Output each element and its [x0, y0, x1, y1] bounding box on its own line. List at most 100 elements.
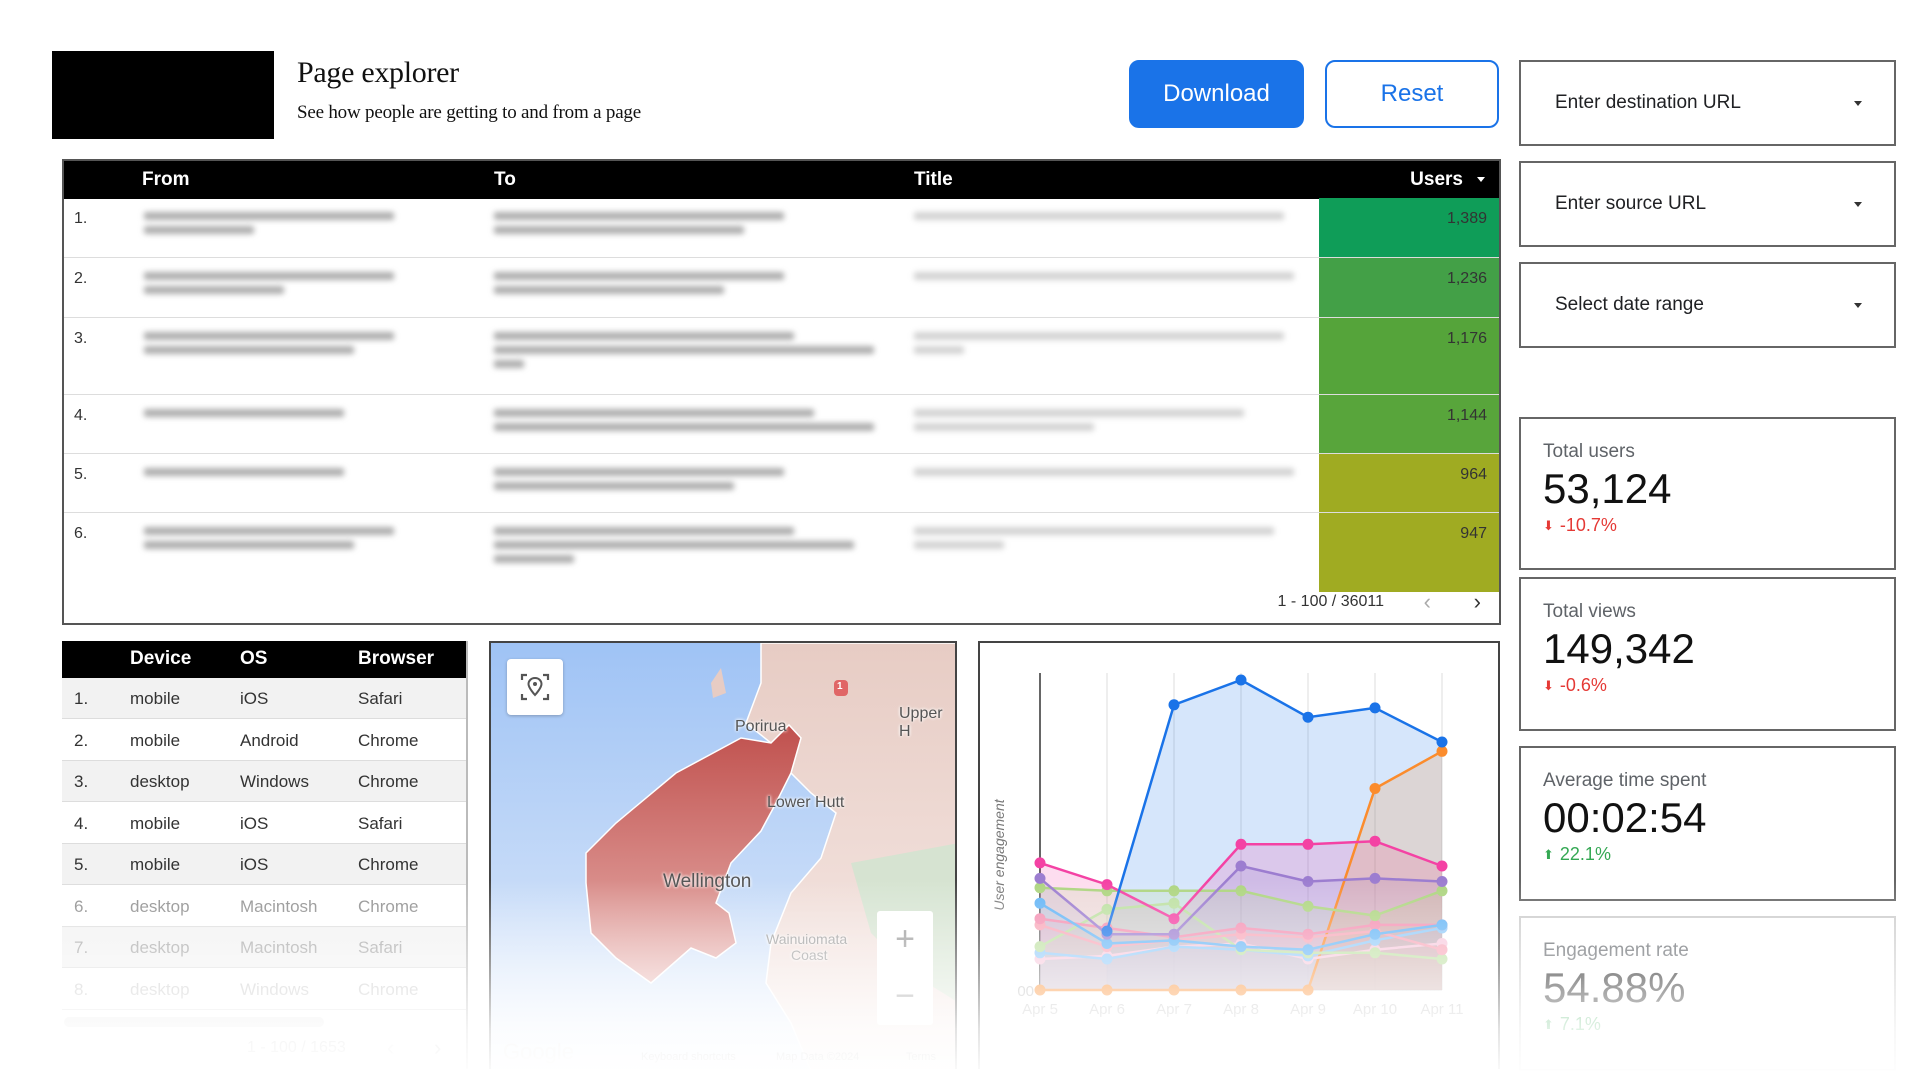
zoom-out-button[interactable]: −: [877, 968, 933, 1025]
point-series-11[interactable]: [1168, 984, 1180, 996]
point-series-1[interactable]: [1436, 736, 1448, 748]
zoom-in-button[interactable]: +: [877, 911, 933, 968]
kpi-delta: ⬇ -0.6%: [1543, 675, 1894, 696]
point-series-5[interactable]: [1235, 941, 1247, 953]
point-series-1[interactable]: [1168, 699, 1180, 711]
point-series-2[interactable]: [1168, 913, 1180, 925]
point-series-6[interactable]: [1235, 922, 1247, 934]
point-series-11[interactable]: [1101, 984, 1113, 996]
map-label-upper-hutt: Upper H: [899, 705, 943, 740]
point-series-2[interactable]: [1101, 879, 1113, 891]
column-header-device[interactable]: Device: [130, 648, 191, 670]
keyboard-shortcuts-link[interactable]: Keyboard shortcuts: [641, 1051, 736, 1063]
table-row[interactable]: 3. 1,176: [64, 317, 1499, 394]
device-table-row[interactable]: 5. mobile iOS Chrome: [62, 844, 466, 885]
point-series-11[interactable]: [1302, 984, 1314, 996]
point-series-3[interactable]: [1302, 876, 1314, 887]
column-header-from[interactable]: From: [142, 169, 190, 191]
redacted-to-url: [494, 332, 874, 374]
cell-os: iOS: [240, 855, 269, 874]
users-cell: 1,176: [1319, 318, 1499, 394]
table-row[interactable]: 1. 1,389: [64, 198, 1499, 257]
point-series-2[interactable]: [1034, 857, 1046, 869]
point-series-8[interactable]: [1101, 903, 1113, 915]
cell-browser: Chrome: [358, 772, 419, 791]
point-series-2[interactable]: [1235, 838, 1247, 850]
destination-url-dropdown[interactable]: Enter destination URL: [1519, 60, 1896, 146]
device-table-row[interactable]: 2. mobile Android Chrome: [62, 720, 466, 761]
point-series-3[interactable]: [1436, 876, 1448, 887]
point-series-1[interactable]: [1302, 711, 1314, 723]
point-series-6[interactable]: [1034, 913, 1046, 925]
point-series-11[interactable]: [1369, 783, 1381, 794]
chevron-left-icon[interactable]: ‹: [387, 1035, 394, 1061]
point-series-1[interactable]: [1101, 925, 1113, 937]
chevron-left-icon[interactable]: ‹: [1424, 589, 1431, 615]
cell-device: desktop: [130, 896, 190, 916]
point-series-8[interactable]: [1369, 947, 1381, 959]
caret-down-icon: [1854, 101, 1862, 106]
device-table-row[interactable]: 4. mobile iOS Safari: [62, 803, 466, 844]
point-series-7[interactable]: [1436, 944, 1448, 956]
point-series-8[interactable]: [1168, 897, 1180, 909]
locate-button[interactable]: [507, 659, 563, 715]
point-series-2[interactable]: [1369, 835, 1381, 847]
point-series-2[interactable]: [1302, 838, 1314, 850]
reset-button[interactable]: Reset: [1325, 60, 1499, 128]
point-series-3[interactable]: [1235, 860, 1247, 872]
point-series-4[interactable]: [1235, 885, 1247, 897]
point-series-3[interactable]: [1369, 872, 1381, 884]
table-row[interactable]: 6. 947: [64, 512, 1499, 592]
chevron-right-icon[interactable]: ›: [1474, 589, 1481, 615]
device-table-row[interactable]: 7. desktop Macintosh Safari: [62, 927, 466, 968]
device-table-row[interactable]: 1. mobile iOS Safari: [62, 678, 466, 719]
point-series-2[interactable]: [1436, 860, 1448, 872]
column-header-to[interactable]: To: [494, 169, 516, 191]
source-url-dropdown[interactable]: Enter source URL: [1519, 161, 1896, 247]
device-table-row[interactable]: 3. desktop Windows Chrome: [62, 761, 466, 802]
table-row[interactable]: 2. 1,236: [64, 257, 1499, 317]
terms-link[interactable]: Terms: [906, 1051, 936, 1063]
chevron-right-icon[interactable]: ›: [434, 1035, 441, 1061]
kpi-label: Total users: [1543, 441, 1635, 462]
x-tick-label: Apr 9: [1290, 1001, 1326, 1018]
table-row[interactable]: 4. 1,144: [64, 394, 1499, 453]
users-cell: 1,144: [1319, 395, 1499, 453]
point-series-1[interactable]: [1369, 702, 1381, 714]
cell-device: desktop: [130, 938, 190, 957]
point-series-4[interactable]: [1302, 900, 1314, 912]
point-series-6[interactable]: [1302, 928, 1314, 940]
column-header-browser[interactable]: Browser: [358, 648, 434, 670]
point-series-4[interactable]: [1168, 885, 1180, 897]
point-series-5[interactable]: [1369, 928, 1381, 940]
horizontal-scrollbar[interactable]: [64, 1017, 324, 1027]
point-series-3[interactable]: [1034, 872, 1046, 884]
download-button[interactable]: Download: [1129, 60, 1304, 128]
column-header-os[interactable]: OS: [240, 648, 267, 670]
device-table-row[interactable]: 6. desktop Macintosh Chrome: [62, 886, 466, 927]
point-series-1[interactable]: [1235, 674, 1247, 686]
cell-device: mobile: [130, 730, 181, 750]
point-series-5[interactable]: [1034, 897, 1046, 909]
point-series-11[interactable]: [1235, 984, 1247, 996]
redacted-page-title: [914, 468, 1294, 482]
point-series-5[interactable]: [1302, 944, 1314, 956]
point-series-11[interactable]: [1034, 984, 1046, 996]
cell-index: 5.: [74, 855, 89, 874]
date-range-dropdown[interactable]: Select date range: [1519, 262, 1896, 348]
redacted-page-title: [914, 527, 1274, 555]
point-series-9[interactable]: [1101, 953, 1113, 965]
point-series-8[interactable]: [1034, 941, 1046, 953]
map[interactable]: Porirua Upper H Lower Hutt Wellington Wa…: [489, 641, 957, 1069]
column-header-users[interactable]: Users: [1410, 169, 1463, 191]
point-series-5[interactable]: [1436, 919, 1448, 931]
point-series-4[interactable]: [1369, 910, 1381, 922]
row-index: 1.: [74, 210, 88, 227]
engagement-chart: User engagement 00 Apr 5 Apr 6 Apr 7 Apr 8 Apr…: [978, 641, 1500, 1069]
column-header-title[interactable]: Title: [914, 169, 953, 191]
source-url-label: Enter source URL: [1555, 193, 1707, 214]
point-series-3[interactable]: [1168, 928, 1180, 940]
table-row[interactable]: 5. 964: [64, 453, 1499, 512]
sort-desc-icon[interactable]: [1477, 177, 1485, 182]
device-table-row[interactable]: 8. desktop Windows Chrome: [62, 969, 466, 1010]
